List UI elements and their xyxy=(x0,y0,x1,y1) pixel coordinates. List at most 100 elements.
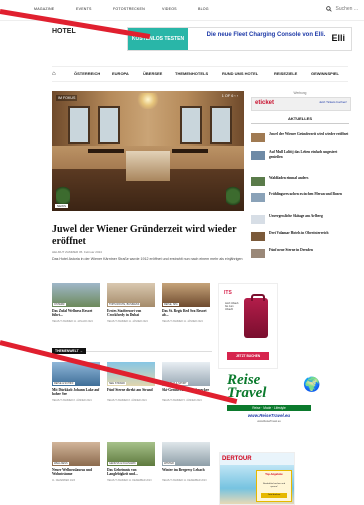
sidebar-news-item[interactable]: Unvergessliche Skitage am Arlberg xyxy=(251,214,349,228)
news-thumbnail xyxy=(251,215,265,224)
card-meta: HELMUT ZAMMER 8. JÄNNER 2024 xyxy=(107,399,147,402)
article-card[interactable]: GENUSS & KULINARIK Das Geheimnis von Lan… xyxy=(107,442,155,500)
hero-title[interactable]: Juwel der Wiener Gründerzeit wird wieder… xyxy=(52,224,244,248)
sidebar-news-item[interactable]: Drei Volamar Hotels in Oberösterreich xyxy=(251,231,349,245)
ad-its-cta[interactable]: JETZT BUCHEN xyxy=(227,352,269,360)
card-title: Mit Dürkkob Johann Lake auf hoher See xyxy=(52,388,100,397)
nav-item-europa[interactable]: Europa xyxy=(112,71,129,76)
themenwelt-text: THEMENWELT xyxy=(55,349,79,353)
search-box[interactable]: Suchen ... xyxy=(326,6,358,12)
nav-item-rund-ums-hotel[interactable]: Rund ums Hotel xyxy=(222,71,258,76)
news-thumbnail xyxy=(251,249,265,258)
chevron-left-icon[interactable]: ‹ xyxy=(234,94,235,98)
hero-rail xyxy=(172,149,208,153)
eticket-ad[interactable]: eticket Jetzt Tickets buchen! xyxy=(251,97,351,111)
nav-item-reiseziele[interactable]: Reiseziele xyxy=(274,71,297,76)
card-meta: HELMUT ZAMMER 11. DEZEMBER 2023 xyxy=(107,479,152,482)
news-title: Fünf neue Sterne in Dresden xyxy=(269,248,313,252)
sidebar-news-item[interactable]: Fünf neue Sterne in Dresden xyxy=(251,248,349,262)
card-meta: HELMUT ZAMMER 11. DEZEMBER 2023 xyxy=(162,479,207,482)
sidebar-news-item[interactable]: Frühlingserwachen zwischen Meran und Boz… xyxy=(251,192,349,206)
news-thumbnail xyxy=(251,133,265,142)
article-card[interactable]: TOPS ROUTE, BUSINESS Erstes Stadtresort … xyxy=(107,283,155,341)
news-title: Frühlingserwachen zwischen Meran und Boz… xyxy=(269,192,342,196)
ad-reise-sub: Reise · Mode · Lifestyle xyxy=(227,405,311,411)
topmenu-events[interactable]: Events xyxy=(76,7,92,11)
werbung-label: Werbung xyxy=(293,91,307,95)
sidebar-news-item[interactable]: Juwel der Wiener Gründerzeit wird wieder… xyxy=(251,132,349,146)
card-meta: HELMUT ZAMMER 11. JANUAR 2024 xyxy=(52,320,93,323)
hero-pager[interactable]: 1 OF 6 ‹ › xyxy=(222,94,238,98)
card-title: Das St. Regis Red Sea Resort ab... xyxy=(162,309,207,318)
hero-description: Das Hotel Astoria in der Wiener Kärntner… xyxy=(52,257,243,261)
card-tag: TOPS ROUTE, BUSINESS xyxy=(108,303,141,306)
card-tag: REISE, SPA xyxy=(163,303,179,306)
eticket-sub: Jetzt Tickets buchen! xyxy=(318,100,347,104)
banner-headline: Die neue Fleet Charging Console von Elli… xyxy=(206,32,326,38)
banner-ad-elli[interactable]: KOSTENLOS TESTEN Die neue Fleet Charging… xyxy=(127,27,352,51)
hero-plant xyxy=(226,185,240,207)
article-card[interactable]: ÖSTERR. Das Zufal Wellness Resort führt.… xyxy=(52,283,100,341)
news-thumbnail xyxy=(251,232,265,241)
hero-stair xyxy=(126,151,170,181)
ad-its-copy: Jetzt Urlaub bis zum Urlaub! xyxy=(225,302,239,312)
ad-reise-url2: www.ReiseTravel.eu xyxy=(257,420,281,423)
news-title: Waldfaden einmal anders xyxy=(269,176,309,180)
card-title: Fünf Sterne direkt am Strand xyxy=(107,388,153,392)
hero-badge: IM FOKUS xyxy=(56,95,78,101)
eticket-logo: eticket xyxy=(255,100,275,106)
themenwelt-label[interactable]: THEMENWELT → xyxy=(52,348,87,354)
site-logo[interactable]: HOTEL xyxy=(52,28,76,35)
card-meta: HELMUT ZAMMER 11. JÄNNER 2024 xyxy=(162,320,203,323)
home-icon[interactable]: ⌂ xyxy=(52,71,56,77)
sidebar-news-item[interactable]: Auf Mull Lolitij das Leben einfach unges… xyxy=(251,150,349,164)
ad-reise-url: www.ReiseTravel.eu xyxy=(247,413,291,418)
hero-window xyxy=(98,106,120,144)
hero-window xyxy=(68,106,90,144)
news-title: Auf Mull Lolitij das Leben einfach unges… xyxy=(269,150,338,159)
article-card[interactable]: WINTER Winter im Bergresy Lebach HELMUT … xyxy=(162,442,210,500)
nav-item-oesterreich[interactable]: Österreich xyxy=(74,71,100,76)
arrow-right-icon: → xyxy=(79,349,84,353)
topmenu-magazine[interactable]: Magazine xyxy=(34,7,54,11)
card-meta: HELMUT ZAMMER 5. JÄNNER 2024 xyxy=(162,399,202,402)
card-tag: WELLNESS xyxy=(53,462,69,465)
chevron-right-icon[interactable]: › xyxy=(237,94,238,98)
news-thumbnail xyxy=(251,193,265,202)
topmenu-blog[interactable]: Blog xyxy=(198,7,209,11)
hero-rail xyxy=(88,149,124,153)
aktuelles-heading: AKTUELLES xyxy=(288,116,312,121)
ad-its[interactable]: ITS Jetzt Urlaub bis zum Urlaub! JETZT B… xyxy=(218,283,278,369)
card-tag: ÖSTERR. xyxy=(53,303,67,306)
nav-item-themenhotels[interactable]: Themenhotels xyxy=(175,71,208,76)
card-title: Das Geheimnis von Langlebigkeit und... xyxy=(107,468,138,477)
search-icon xyxy=(326,6,333,12)
ad-dertour-box: Top-Angebote Nordafrika buchen und spare… xyxy=(256,470,292,502)
banner-brand: Elli xyxy=(331,33,345,43)
hero-pager-label: 1 OF 6 xyxy=(221,94,234,98)
card-meta: 11. DEZEMBER 2023 xyxy=(52,479,76,482)
topmenu-videos[interactable]: Videos xyxy=(162,7,177,11)
card-tag: REISE & SCHIFF xyxy=(53,382,75,385)
ad-dertour-button[interactable]: Jetzt buchen xyxy=(261,493,287,498)
article-card[interactable]: REISE & SCHIFF Mit Dürkkob Johann Lake a… xyxy=(52,362,100,420)
card-meta: HELMUT ZAMMER 11. JÄNNER 2024 xyxy=(107,320,148,323)
suitcase-icon xyxy=(244,294,268,338)
ad-its-logo: ITS xyxy=(224,290,232,296)
nav-item-uebersee[interactable]: Übersee xyxy=(143,71,162,76)
news-title: Juwel der Wiener Gründerzeit wird wieder… xyxy=(269,132,349,136)
news-thumbnail xyxy=(251,151,265,160)
news-title: Drei Volamar Hotels in Oberösterreich xyxy=(269,231,329,235)
ad-reise-title: Reise Travel xyxy=(227,373,266,401)
ad-dertour-line1: Top-Angebote xyxy=(265,473,283,476)
hero-image[interactable]: IM FOKUS 1 OF 6 ‹ › NEWS xyxy=(52,91,244,211)
nav-item-gewinnspiel[interactable]: Gewinnspiel xyxy=(311,71,339,76)
ad-dertour[interactable]: DERTOUR Top-Angebote Nordafrika buchen u… xyxy=(219,452,295,505)
sidebar-news-item[interactable]: Waldfaden einmal anders xyxy=(251,176,349,190)
topmenu-fotostrecken[interactable]: Fotostrecken xyxy=(113,7,145,11)
card-title: Winter im Bergresy Lebach xyxy=(162,468,205,472)
article-card[interactable]: REISE, SPA Das St. Regis Red Sea Resort … xyxy=(162,283,210,341)
card-meta: HELMUT ZAMMER 8. JÄNNER 2024 xyxy=(52,399,92,402)
article-card[interactable]: WELLNESS Neuer Wellnesslauras und Wohntr… xyxy=(52,442,100,500)
news-title: Unvergessliche Skitage am Arlberg xyxy=(269,214,323,218)
